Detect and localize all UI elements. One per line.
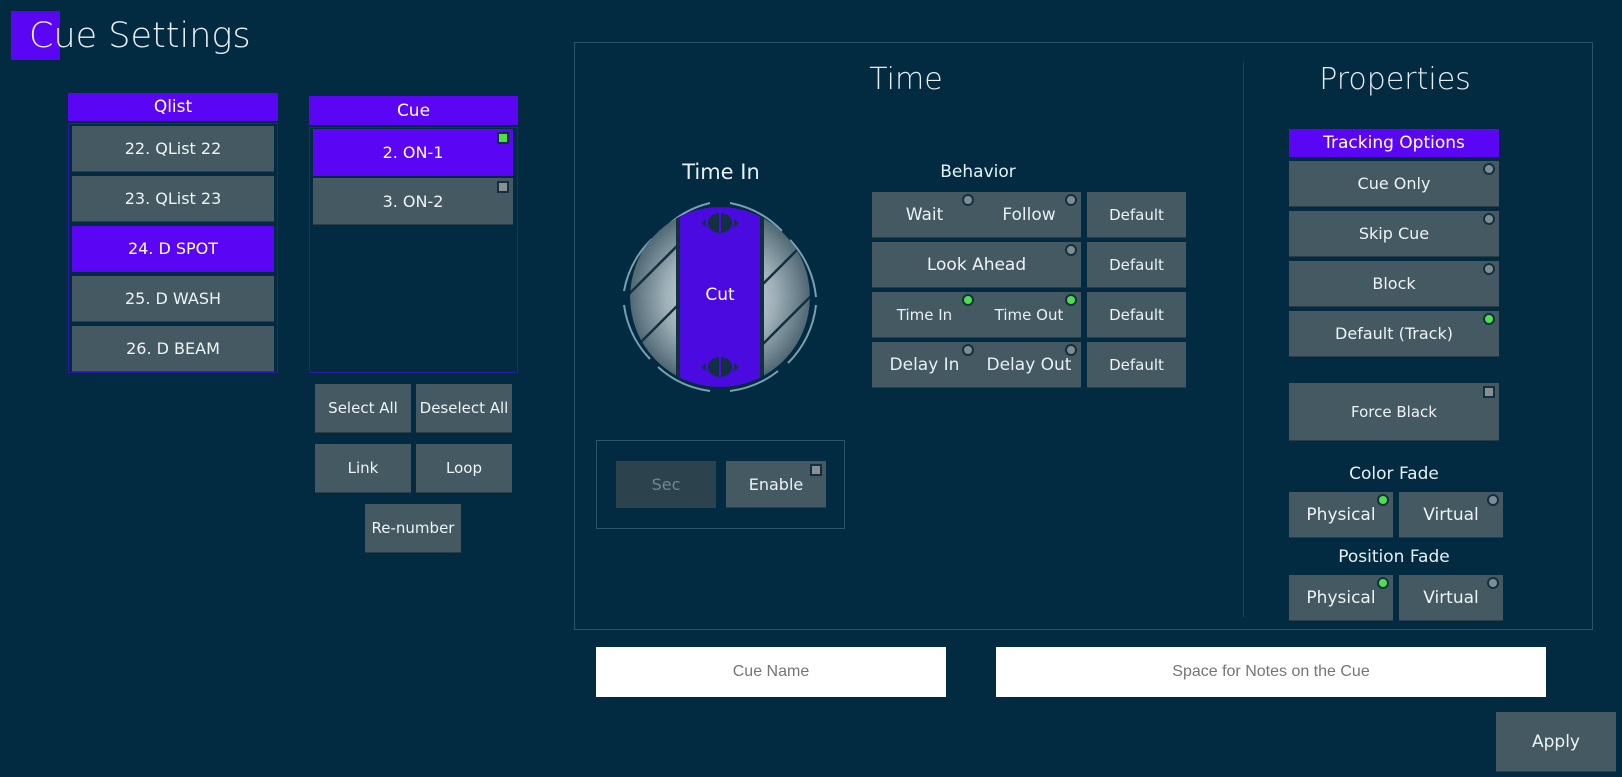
loop-button[interactable]: Loop (416, 444, 512, 493)
delay-in-toggle[interactable]: Delay In (872, 342, 977, 388)
tracking-label: Cue Only (1357, 174, 1431, 193)
wait-toggle[interactable]: Wait (872, 192, 977, 238)
enable-label: Enable (748, 474, 804, 494)
wait-label: Wait (905, 205, 944, 225)
option-label: Virtual (1423, 587, 1479, 608)
radio-led-icon (1483, 263, 1495, 275)
properties-section-title: Properties (1319, 62, 1471, 97)
option-label: Physical (1306, 504, 1376, 525)
tracking-default-track[interactable]: Default (Track) (1289, 311, 1499, 357)
delay-out-toggle[interactable]: Delay Out (977, 342, 1081, 388)
checkbox-icon[interactable] (497, 181, 509, 193)
tracking-label: Default (Track) (1335, 324, 1453, 343)
look-ahead-toggle[interactable]: Look Ahead (872, 242, 1081, 288)
sec-button[interactable]: Sec (616, 461, 716, 508)
qlist-item-label: 24. D SPOT (127, 239, 219, 258)
time-in-toggle-label: Time In (896, 306, 953, 324)
qlist-header: Qlist (68, 93, 278, 121)
default-button-look-ahead[interactable]: Default (1087, 242, 1186, 288)
force-black-toggle[interactable]: Force Black (1289, 383, 1499, 441)
tracking-block[interactable]: Block (1289, 261, 1499, 307)
radio-led-icon (1487, 494, 1499, 506)
qlist-item-23[interactable]: 23. QList 23 (72, 176, 274, 222)
position-fade-physical[interactable]: Physical (1289, 575, 1393, 621)
deselect-all-button[interactable]: Deselect All (416, 384, 512, 433)
status-led-icon (962, 194, 974, 206)
time-in-toggle[interactable]: Time In (872, 292, 977, 338)
cue-item-label: 2. ON-1 (382, 142, 444, 162)
status-led-icon (1065, 244, 1077, 256)
checkbox-icon[interactable] (810, 464, 822, 476)
enable-button[interactable]: Enable (726, 461, 826, 508)
qlist-item-label: 25. D WASH (124, 289, 221, 308)
tracking-cue-only[interactable]: Cue Only (1289, 161, 1499, 207)
qlist-item-24[interactable]: 24. D SPOT (72, 226, 274, 272)
cue-item-on-2[interactable]: 3. ON-2 (313, 178, 513, 225)
status-led-icon (962, 294, 974, 306)
delay-out-label: Delay Out (986, 355, 1072, 375)
status-led-icon (1065, 294, 1077, 306)
section-divider (1243, 62, 1244, 617)
option-label: Physical (1306, 587, 1376, 608)
radio-led-icon (1377, 494, 1389, 506)
force-black-label: Force Black (1351, 402, 1437, 421)
look-ahead-label: Look Ahead (926, 254, 1027, 275)
status-led-icon (1065, 194, 1077, 206)
cue-header: Cue (309, 96, 518, 125)
qlist-item-26[interactable]: 26. D BEAM (72, 326, 274, 372)
option-label: Virtual (1423, 504, 1479, 525)
default-button-wait-follow[interactable]: Default (1087, 192, 1186, 238)
checkbox-icon[interactable] (497, 132, 509, 144)
status-led-icon (962, 344, 974, 356)
color-fade-physical[interactable]: Physical (1289, 492, 1393, 538)
follow-label: Follow (1002, 205, 1056, 225)
tracking-label: Block (1372, 274, 1416, 293)
apply-button[interactable]: Apply (1496, 712, 1616, 772)
radio-led-icon (1483, 213, 1495, 225)
tracking-options-header: Tracking Options (1289, 129, 1499, 157)
time-section-title: Time (869, 62, 943, 97)
time-out-toggle[interactable]: Time Out (977, 292, 1081, 338)
follow-toggle[interactable]: Follow (977, 192, 1081, 238)
qlist-item-25[interactable]: 25. D WASH (72, 276, 274, 322)
time-in-value: Cut (705, 285, 735, 305)
time-in-label: Time In (682, 160, 760, 184)
cue-notes-input[interactable] (996, 647, 1546, 697)
qlist-item-label: 23. QList 23 (124, 189, 222, 208)
default-button-time[interactable]: Default (1087, 292, 1186, 338)
radio-led-icon (1483, 163, 1495, 175)
time-out-toggle-label: Time Out (994, 306, 1064, 324)
position-fade-label: Position Fade (1338, 547, 1450, 567)
radio-led-icon (1377, 577, 1389, 589)
checkbox-icon[interactable] (1483, 386, 1495, 398)
behavior-label: Behavior (940, 162, 1016, 182)
cue-item-on-1[interactable]: 2. ON-1 (313, 129, 513, 176)
radio-led-icon (1483, 313, 1495, 325)
select-all-button[interactable]: Select All (315, 384, 411, 433)
delay-in-label: Delay In (889, 355, 960, 375)
qlist-item-label: 26. D BEAM (126, 339, 220, 358)
tracking-skip-cue[interactable]: Skip Cue (1289, 211, 1499, 257)
color-fade-virtual[interactable]: Virtual (1399, 492, 1503, 538)
status-led-icon (1065, 344, 1077, 356)
tracking-label: Skip Cue (1358, 224, 1430, 243)
page-title: Cue Settings (29, 16, 251, 56)
cue-name-input[interactable] (596, 647, 946, 697)
link-button[interactable]: Link (315, 444, 411, 493)
default-button-delay[interactable]: Default (1087, 342, 1186, 388)
color-fade-label: Color Fade (1349, 464, 1439, 484)
radio-led-icon (1487, 577, 1499, 589)
qlist-item-label: 22. QList 22 (124, 139, 222, 158)
renumber-button[interactable]: Re-number (365, 504, 461, 553)
position-fade-virtual[interactable]: Virtual (1399, 575, 1503, 621)
cue-item-label: 3. ON-2 (382, 191, 444, 211)
qlist-item-22[interactable]: 22. QList 22 (72, 126, 274, 172)
